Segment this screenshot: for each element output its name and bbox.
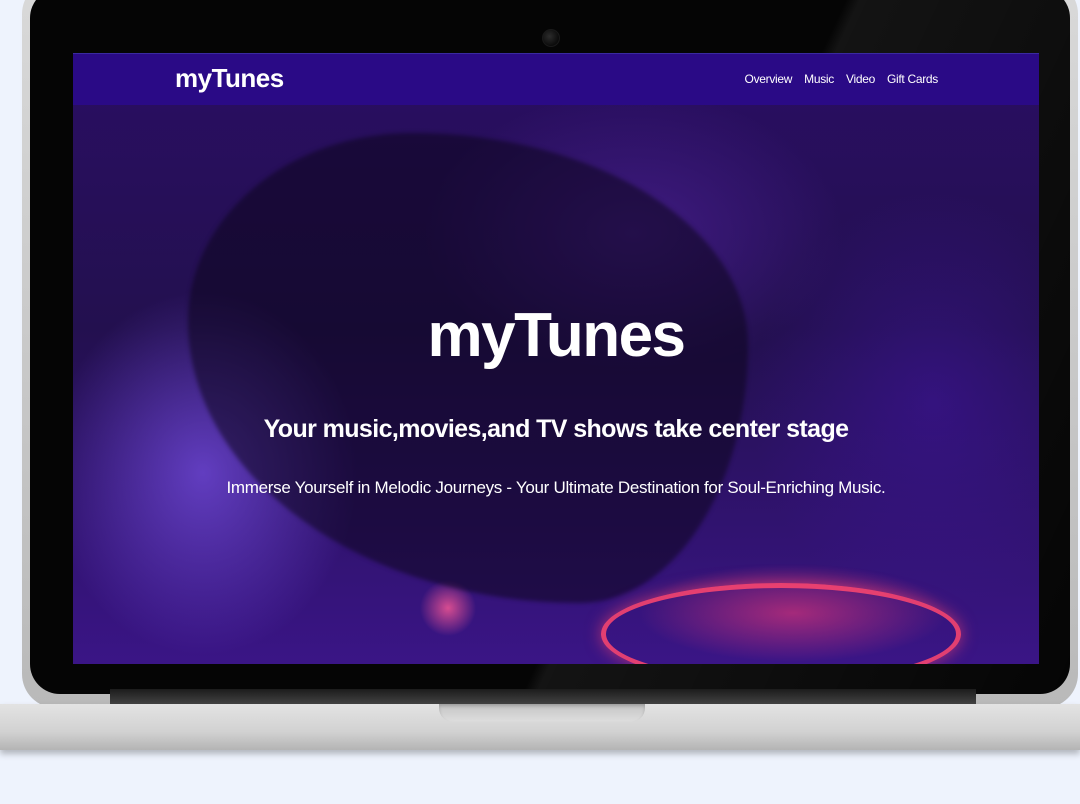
hero-title: myTunes [427, 301, 686, 370]
laptop-hinge [110, 689, 976, 705]
screen-bezel: myTunes Overview Music Video Gift Cards … [30, 0, 1070, 694]
website-screen: myTunes Overview Music Video Gift Cards … [73, 53, 1039, 664]
nav-links: Overview Music Video Gift Cards [745, 72, 939, 86]
nav-link-overview[interactable]: Overview [745, 72, 793, 86]
hero-subtitle: Your music,movies,and TV shows take cent… [263, 415, 849, 443]
turntable-light-ring [601, 583, 961, 664]
page: myTunes Overview Music Video Gift Cards … [0, 0, 1080, 804]
nav-link-video[interactable]: Video [846, 72, 875, 86]
hero-description: Immerse Yourself in Melodic Journeys - Y… [226, 478, 886, 497]
brand-logo[interactable]: myTunes [175, 63, 284, 93]
nav-link-gift-cards[interactable]: Gift Cards [887, 72, 938, 86]
laptop-opening-notch [439, 704, 645, 722]
top-navbar: myTunes Overview Music Video Gift Cards [73, 53, 1039, 105]
laptop-lid: myTunes Overview Music Video Gift Cards … [22, 0, 1078, 708]
webcam-icon [542, 29, 560, 47]
nav-link-music[interactable]: Music [804, 72, 834, 86]
laptop-base [0, 704, 1080, 750]
